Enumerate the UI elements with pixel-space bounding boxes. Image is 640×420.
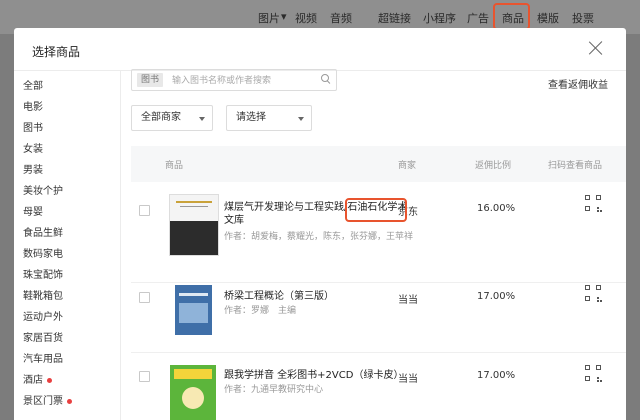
- chevron-down-icon: [199, 117, 205, 121]
- commission-ratio: 17.00%: [477, 370, 516, 381]
- category-item-tickets[interactable]: 景区门票: [23, 392, 72, 407]
- category-item-movie[interactable]: 电影: [23, 98, 43, 113]
- category-item-all[interactable]: 全部: [23, 77, 43, 92]
- category-item-jewelry[interactable]: 珠宝配饰: [23, 266, 63, 281]
- search-input[interactable]: [170, 72, 314, 90]
- toolbar-hyperlink[interactable]: 超链接: [378, 10, 411, 26]
- product-title[interactable]: 跟我学拼音 全彩图书+2VCD（绿卡皮）: [224, 369, 454, 382]
- category-item-hotel[interactable]: 酒店: [23, 371, 52, 386]
- column-header-merchant: 商家: [398, 161, 417, 171]
- product-tab-highlight: [493, 3, 530, 30]
- commission-ratio: 16.00%: [477, 203, 516, 214]
- toolbar-mini-program[interactable]: 小程序: [423, 10, 456, 26]
- toolbar-video[interactable]: 视频: [295, 10, 317, 26]
- category-item-shoes-bags[interactable]: 鞋靴箱包: [23, 287, 63, 302]
- category-item-auto[interactable]: 汽车用品: [23, 350, 63, 365]
- close-icon[interactable]: [588, 40, 604, 56]
- product-authors: 作者：罗娜 主编: [224, 306, 297, 316]
- toolbar-template[interactable]: 模版: [537, 10, 559, 26]
- category-item-food[interactable]: 食品生鲜: [23, 224, 63, 239]
- product-merchant: 当当: [398, 374, 418, 385]
- toolbar-audio[interactable]: 音频: [330, 10, 352, 26]
- product-title[interactable]: 桥梁工程概论（第三版）: [224, 290, 414, 303]
- table-row: 跟我学拼音 全彩图书+2VCD（绿卡皮） 作者：九通早教研究中心 当当 17.0…: [131, 352, 626, 420]
- book-cover-image: [169, 194, 219, 256]
- category-item-baby[interactable]: 母婴: [23, 203, 43, 218]
- new-dot-icon: [47, 377, 52, 383]
- qr-code-icon[interactable]: [585, 285, 602, 302]
- category-select[interactable]: 请选择: [226, 105, 312, 131]
- commission-ratio: 17.00%: [477, 291, 516, 302]
- view-revenue-link[interactable]: 查看返佣收益: [548, 76, 608, 91]
- category-item-outdoor[interactable]: 运动户外: [23, 308, 63, 323]
- row-checkbox[interactable]: [139, 205, 150, 216]
- category-item-books[interactable]: 图书: [23, 119, 43, 134]
- select-product-dialog: 选择商品 全部 电影 图书 女装 男装 美妆个护 母婴 食品生鲜 数码家电 珠宝…: [14, 28, 626, 420]
- category-item-electronics[interactable]: 数码家电: [23, 245, 63, 260]
- merchant-select[interactable]: 全部商家: [131, 105, 213, 131]
- column-header-product: 商品: [165, 161, 184, 171]
- book-cover-image: [170, 365, 216, 420]
- product-merchant: 当当: [398, 295, 418, 306]
- product-authors: 作者：胡爱梅，蔡耀光，陈东，张芬娜，王苹祥: [224, 232, 414, 242]
- qr-code-icon[interactable]: [585, 195, 602, 212]
- column-header-ratio: 返佣比例: [475, 161, 512, 171]
- table-row: 桥梁工程概论（第三版） 作者：罗娜 主编 当当 17.00%: [131, 282, 626, 353]
- chevron-down-icon: [298, 117, 304, 121]
- qr-code-icon[interactable]: [585, 365, 602, 382]
- toolbar-image-dropdown-icon[interactable]: ▾: [281, 10, 287, 23]
- ratio-highlight: [345, 198, 407, 222]
- search-icon[interactable]: [321, 74, 330, 83]
- search-type-tag[interactable]: 图书: [137, 73, 164, 87]
- backdrop-left: [0, 34, 14, 420]
- category-item-home[interactable]: 家居百货: [23, 329, 63, 344]
- product-authors: 作者：九通早教研究中心: [224, 385, 324, 395]
- category-sidebar: 全部 电影 图书 女装 男装 美妆个护 母婴 食品生鲜 数码家电 珠宝配饰 鞋靴…: [14, 70, 121, 420]
- book-cover-image: [175, 285, 212, 335]
- category-item-womens[interactable]: 女装: [23, 140, 43, 155]
- row-checkbox[interactable]: [139, 371, 150, 382]
- new-dot-icon: [67, 398, 72, 404]
- category-item-beauty[interactable]: 美妆个护: [23, 182, 63, 197]
- toolbar-ad[interactable]: 广告: [467, 10, 489, 26]
- backdrop-right: [626, 34, 640, 420]
- row-checkbox[interactable]: [139, 292, 150, 303]
- table-header: 商品 商家 返佣比例 扫码查看商品: [131, 146, 626, 182]
- toolbar-vote[interactable]: 投票: [572, 10, 594, 26]
- toolbar-image[interactable]: 图片: [258, 10, 280, 26]
- dialog-title: 选择商品: [32, 45, 81, 59]
- search-box: 图书: [131, 69, 337, 91]
- category-item-mens[interactable]: 男装: [23, 161, 43, 176]
- column-header-scan: 扫码查看商品: [548, 161, 603, 171]
